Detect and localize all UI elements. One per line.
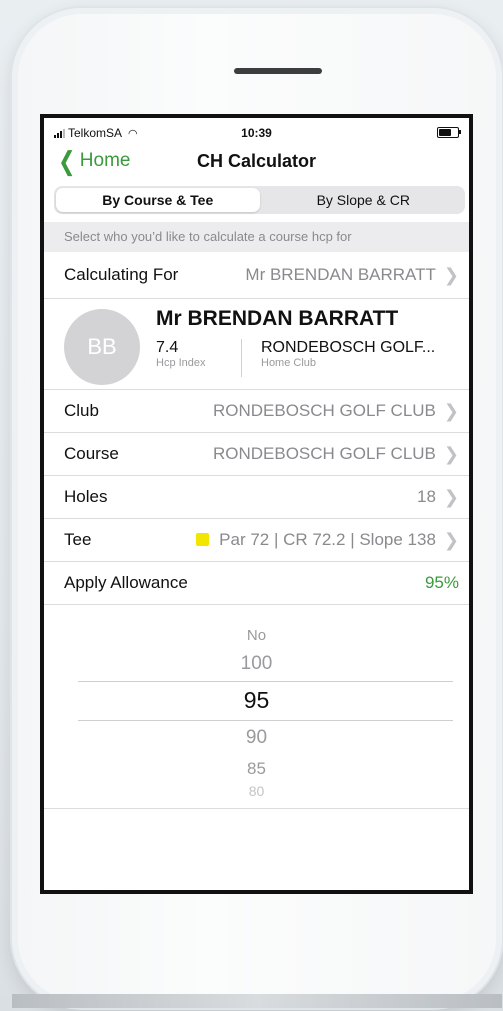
segment-by-slope-cr[interactable]: By Slope & CR	[262, 186, 466, 214]
course-row[interactable]: Course RONDEBOSCH GOLF CLUB ❯	[44, 433, 469, 476]
chevron-right-icon: ❯	[443, 443, 459, 464]
stat-divider	[241, 339, 242, 377]
club-value: RONDEBOSCH GOLF CLUB	[212, 401, 436, 420]
status-time: 10:39	[241, 126, 272, 140]
status-bar: TelkomSA ◠ 10:39	[44, 118, 469, 144]
picker-option[interactable]: 100	[44, 653, 469, 675]
tee-row[interactable]: Tee Par 72 | CR 72.2 | Slope 138 ❯	[44, 519, 469, 562]
home-club-stat: RONDEBOSCH GOLF... Home Club	[261, 339, 435, 369]
chevron-right-icon: ❯	[443, 264, 459, 285]
picker-selection-line	[78, 681, 453, 682]
holes-value: 18	[416, 487, 436, 506]
picker-option[interactable]: No	[44, 627, 469, 644]
phone-bottom-edge	[12, 994, 502, 1008]
avatar: BB	[64, 309, 140, 385]
tee-label: Tee	[64, 530, 92, 549]
player-profile-card: BB Mr BRENDAN BARRATT 7.4 Hcp Index ROND…	[44, 299, 469, 390]
tee-value: Par 72 | CR 72.2 | Slope 138	[219, 530, 436, 549]
calculating-for-row[interactable]: Calculating For Mr BRENDAN BARRATT ❯	[44, 252, 469, 299]
allowance-picker[interactable]: No 100 95 90 85 80	[44, 605, 469, 809]
picker-option-selected[interactable]: 95	[44, 687, 469, 714]
segment-by-course-tee[interactable]: By Course & Tee	[56, 188, 260, 212]
chevron-right-icon: ❯	[443, 486, 459, 507]
course-label: Course	[64, 444, 119, 463]
section-hint: Select who you’d like to calculate a cou…	[44, 222, 469, 252]
picker-selection-line	[78, 720, 453, 721]
tee-value-wrap: Par 72 | CR 72.2 | Slope 138	[91, 530, 436, 550]
home-club-value: RONDEBOSCH GOLF...	[261, 339, 436, 356]
player-name: Mr BRENDAN BARRATT	[156, 307, 399, 330]
app-screen: TelkomSA ◠ 10:39 ❮ Home CH Calculator By…	[40, 114, 473, 894]
club-row[interactable]: Club RONDEBOSCH GOLF CLUB ❯	[44, 390, 469, 433]
picker-bottom-divider	[44, 808, 469, 809]
apply-allowance-row[interactable]: Apply Allowance 95%	[44, 562, 469, 605]
hcp-index-value: 7.4	[156, 339, 179, 356]
calculating-for-value: Mr BRENDAN BARRATT	[245, 265, 436, 284]
hcp-index-label: Hcp Index	[156, 357, 206, 369]
holes-row[interactable]: Holes 18 ❯	[44, 476, 469, 519]
nav-bar: ❮ Home CH Calculator	[44, 144, 469, 180]
picker-option[interactable]: 85	[44, 759, 469, 779]
club-label: Club	[64, 401, 99, 420]
earpiece-speaker	[234, 68, 322, 74]
allowance-value: 95%	[424, 573, 459, 592]
mode-segmented-control: By Course & Tee By Slope & CR	[54, 186, 465, 214]
allowance-label: Apply Allowance	[64, 573, 188, 592]
course-value: RONDEBOSCH GOLF CLUB	[212, 444, 436, 463]
hcp-index-stat: 7.4 Hcp Index	[156, 339, 206, 369]
home-club-label: Home Club	[261, 357, 317, 369]
chevron-right-icon: ❯	[443, 529, 459, 550]
calculating-for-label: Calculating For	[64, 265, 179, 284]
tee-color-swatch	[196, 533, 210, 546]
chevron-right-icon: ❯	[443, 400, 459, 421]
page-title: CH Calculator	[196, 151, 317, 171]
picker-option[interactable]: 90	[44, 727, 469, 749]
picker-option[interactable]: 80	[44, 783, 469, 799]
holes-label: Holes	[64, 487, 108, 506]
battery-icon	[437, 127, 461, 138]
